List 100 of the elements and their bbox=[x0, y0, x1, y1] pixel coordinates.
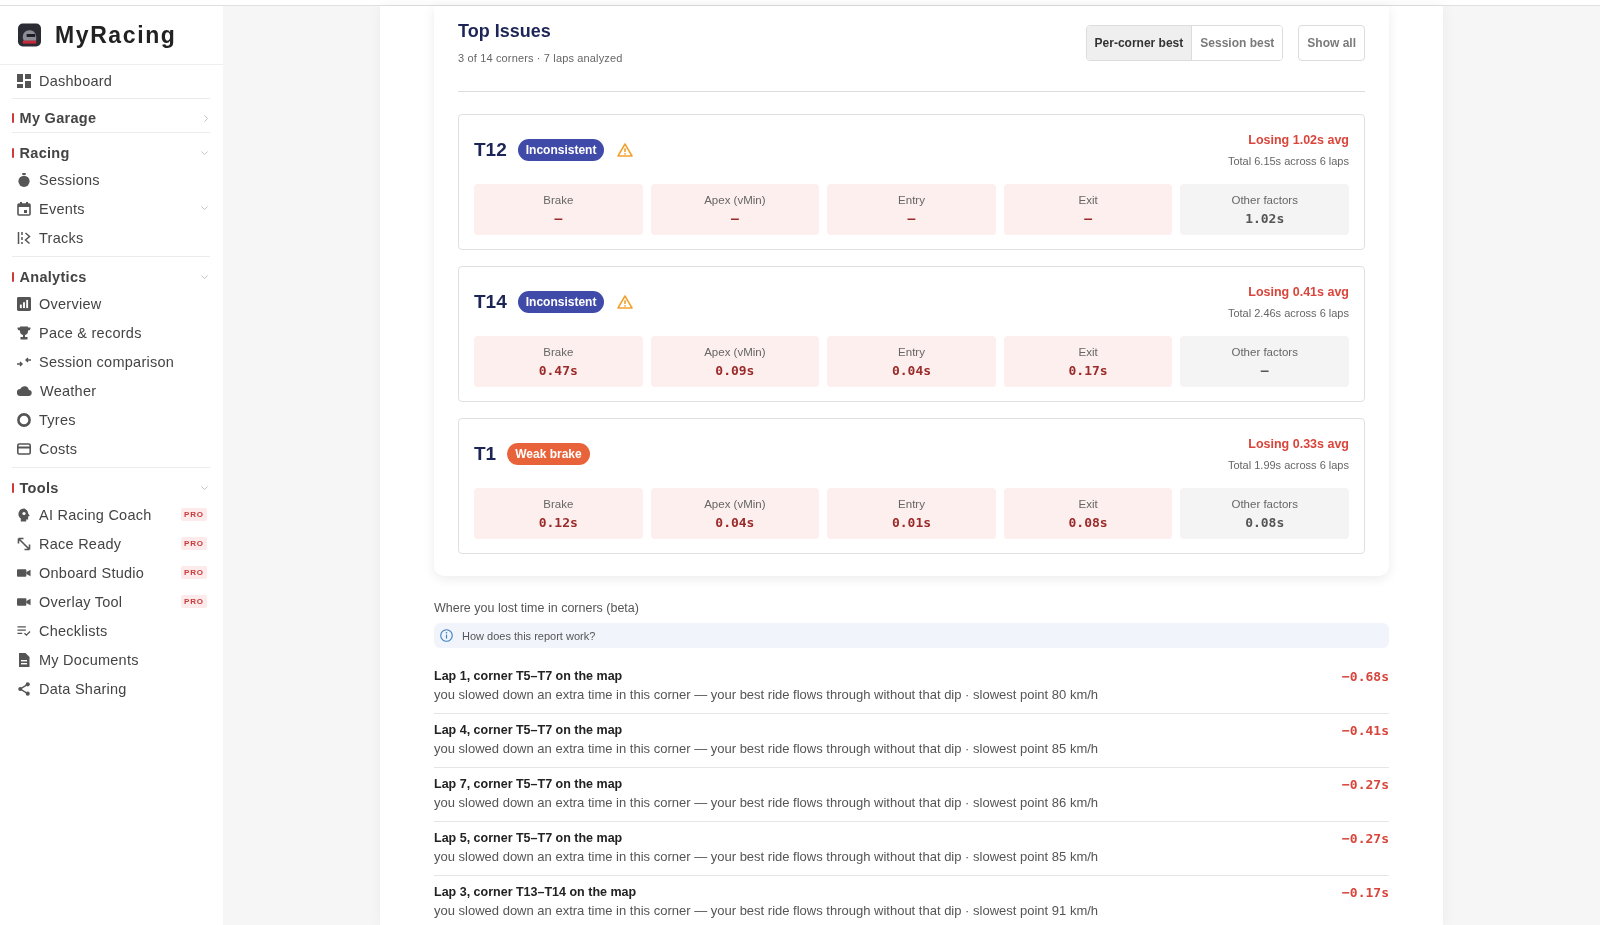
dotted-lines-icon bbox=[17, 230, 31, 245]
lap-corner-title: Lap 7, corner T5–T7 on the map bbox=[434, 776, 624, 793]
status-badge: Inconsistent bbox=[517, 290, 605, 313]
time-delta: −0.27s bbox=[1342, 830, 1389, 848]
calendar-icon bbox=[17, 201, 31, 216]
nav-group-header[interactable]: Racing bbox=[0, 141, 223, 165]
factor-value: – bbox=[554, 209, 563, 227]
marker-icon bbox=[12, 272, 14, 282]
corner-label: T1 bbox=[474, 442, 497, 465]
factor-label: Exit bbox=[1078, 344, 1098, 359]
factor-label: Other factors bbox=[1231, 192, 1298, 207]
marker-icon bbox=[12, 483, 14, 493]
nav-item[interactable]: Data Sharing bbox=[0, 674, 223, 703]
loss-average: Losing 1.02s avg bbox=[1247, 132, 1349, 149]
diagonal-arrows-icon bbox=[17, 536, 31, 551]
factor-value: 0.47s bbox=[538, 361, 578, 379]
nav-item[interactable]: Events bbox=[0, 194, 223, 223]
grid-icon bbox=[17, 73, 31, 88]
marker-icon bbox=[12, 113, 14, 123]
status-badge: Inconsistent bbox=[517, 138, 605, 161]
nav-item[interactable]: Onboard Studio bbox=[0, 558, 181, 587]
baseline-tab[interactable]: Session best bbox=[1191, 26, 1283, 60]
corner-label: T12 bbox=[474, 138, 507, 161]
nav-item[interactable]: Dashboard bbox=[0, 66, 223, 95]
ring-icon bbox=[17, 412, 31, 427]
lap-corner-title: Lap 1, corner T5–T7 on the map bbox=[434, 668, 624, 685]
info-icon bbox=[440, 629, 453, 642]
factor-label: Apex (vMin) bbox=[704, 496, 766, 511]
lap-detail: you slowed down an extra time in this corner — your best ride flows through without that dip · slowest point 85 km/h bbox=[434, 740, 1099, 758]
loss-average: Losing 0.41s avg bbox=[1247, 284, 1349, 301]
lap-detail: you slowed down an extra time in this corner — your best ride flows through without that dip · slowest point 80 km/h bbox=[434, 686, 1099, 704]
share-icon bbox=[17, 681, 31, 696]
card-icon bbox=[17, 441, 31, 456]
factor-value: 0.01s bbox=[891, 513, 932, 531]
nav-item[interactable]: Overview bbox=[0, 289, 223, 318]
nav-item[interactable]: Tyres bbox=[0, 405, 223, 434]
nav-group-header[interactable]: Analytics bbox=[0, 265, 223, 289]
time-delta: −0.27s bbox=[1342, 776, 1389, 794]
factor-label: Apex (vMin) bbox=[704, 192, 766, 207]
time-delta: −0.41s bbox=[1342, 722, 1389, 740]
section-subtitle: 3 of 14 corners · 7 laps analyzed bbox=[458, 51, 623, 65]
lap-corner-title: Lap 3, corner T13–T14 on the map bbox=[434, 884, 638, 901]
lap-detail: you slowed down an extra time in this corner — your best ride flows through without that dip · slowest point 91 km/h bbox=[434, 902, 1099, 920]
nav-item[interactable]: Costs bbox=[0, 434, 223, 463]
nav-item[interactable]: Race Ready bbox=[0, 529, 181, 558]
brand-name: MyRacing bbox=[55, 22, 177, 48]
nav-item[interactable]: Weather bbox=[0, 376, 223, 405]
loss-total: Total 6.15s across 6 laps bbox=[1227, 154, 1349, 168]
factor-label: Exit bbox=[1078, 496, 1098, 511]
cloud-icon bbox=[17, 385, 32, 396]
bar-chart-icon bbox=[17, 296, 31, 311]
document-icon bbox=[17, 652, 31, 667]
factor-value: 0.17s bbox=[1068, 361, 1108, 379]
factor-value: 0.09s bbox=[715, 361, 755, 379]
nav-group-header[interactable]: My Garage bbox=[0, 106, 223, 130]
nav-item[interactable]: My Documents bbox=[0, 645, 223, 674]
nav-item[interactable]: Overlay Tool bbox=[0, 587, 181, 616]
factor-value: 0.04s bbox=[891, 361, 932, 379]
factor-label: Entry bbox=[898, 192, 925, 207]
nav-item[interactable]: AI Racing Coach bbox=[0, 500, 181, 529]
pro-badge: PRO bbox=[180, 537, 207, 550]
nav-group-header[interactable]: Tools bbox=[0, 476, 223, 500]
nav-item[interactable]: Sessions bbox=[0, 165, 223, 194]
factor-value: 1.02s bbox=[1245, 209, 1285, 227]
factor-value: – bbox=[907, 209, 916, 227]
helmet-logo-icon bbox=[18, 23, 41, 47]
lap-detail: you slowed down an extra time in this corner — your best ride flows through without that dip · slowest point 85 km/h bbox=[434, 848, 1099, 866]
marker-icon bbox=[12, 148, 14, 158]
factor-value: – bbox=[1260, 361, 1269, 379]
show-all-button[interactable]: Show all bbox=[1298, 25, 1365, 61]
factor-label: Exit bbox=[1078, 192, 1098, 207]
help-toggle[interactable]: How does this report work? bbox=[434, 623, 1389, 648]
lap-detail: you slowed down an extra time in this corner — your best ride flows through without that dip · slowest point 86 km/h bbox=[434, 794, 1099, 812]
factor-value: – bbox=[730, 209, 739, 227]
factor-value: – bbox=[1084, 209, 1092, 227]
loss-total: Total 1.99s across 6 laps bbox=[1227, 458, 1349, 472]
baseline-tab[interactable]: Per-corner best bbox=[1086, 26, 1192, 60]
pro-badge: PRO bbox=[180, 566, 207, 579]
factor-label: Brake bbox=[543, 192, 574, 207]
factor-value: 0.12s bbox=[538, 513, 578, 531]
factor-label: Apex (vMin) bbox=[704, 344, 766, 359]
factor-label: Entry bbox=[898, 496, 925, 511]
nav-item[interactable]: Tracks bbox=[0, 223, 223, 252]
nav-item[interactable]: Pace & records bbox=[0, 318, 223, 347]
lap-corner-title: Lap 4, corner T5–T7 on the map bbox=[434, 722, 624, 739]
loss-average: Losing 0.33s avg bbox=[1247, 436, 1349, 453]
nav-item[interactable]: Session comparison bbox=[0, 347, 223, 376]
factor-label: Brake bbox=[543, 496, 574, 511]
section-title: Top Issues bbox=[458, 20, 552, 42]
status-badge: Weak brake bbox=[507, 442, 590, 465]
stopwatch-icon bbox=[17, 172, 31, 187]
factor-value: 0.04s bbox=[715, 513, 755, 531]
factor-value: 0.08s bbox=[1068, 513, 1108, 531]
factor-label: Entry bbox=[898, 344, 925, 359]
factor-label: Other factors bbox=[1231, 496, 1298, 511]
time-delta: −0.17s bbox=[1342, 884, 1389, 902]
nav-item[interactable]: Checklists bbox=[0, 616, 223, 645]
pro-badge: PRO bbox=[180, 508, 207, 521]
loss-total: Total 2.46s across 6 laps bbox=[1227, 306, 1349, 320]
corner-label: T14 bbox=[474, 290, 507, 313]
